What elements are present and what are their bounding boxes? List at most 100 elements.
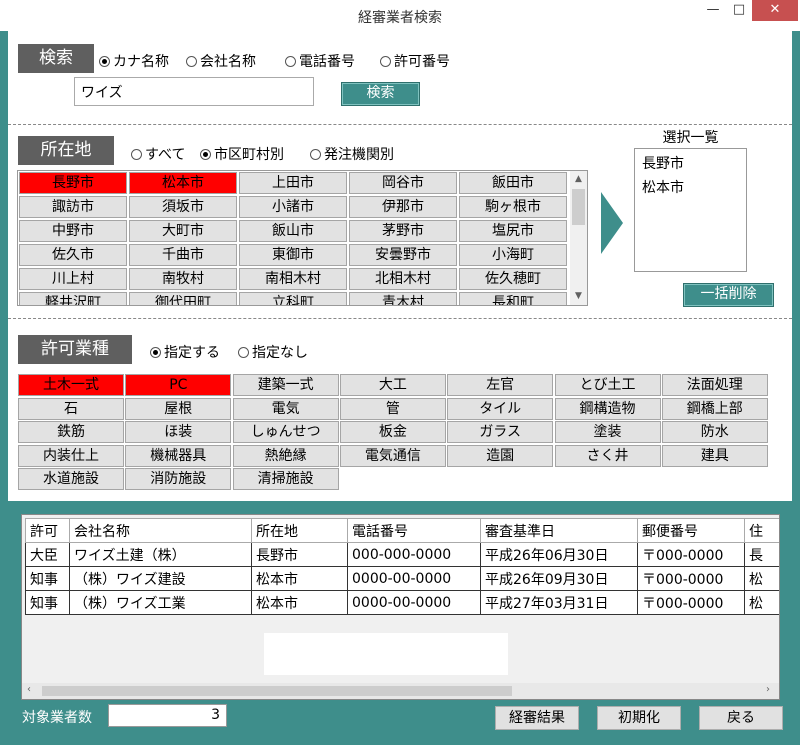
city-cell[interactable]: 軽井沢町 bbox=[19, 292, 127, 305]
column-header[interactable]: 会社名称 bbox=[69, 518, 252, 543]
license-type-radio-0[interactable]: 指定する bbox=[150, 342, 220, 362]
selection-item[interactable]: 長野市 bbox=[635, 152, 746, 176]
maximize-button[interactable]: □ bbox=[726, 0, 752, 21]
selection-item[interactable]: 松本市 bbox=[635, 176, 746, 200]
search-input[interactable] bbox=[74, 77, 314, 106]
city-cell[interactable]: 上田市 bbox=[239, 172, 347, 194]
back-button[interactable]: 戻る bbox=[699, 706, 783, 730]
license-type-cell[interactable]: 電気通信 bbox=[339, 444, 446, 467]
clear-all-button[interactable]: 一括削除 bbox=[683, 283, 774, 307]
search-type-radio-3[interactable]: 許可番号 bbox=[380, 51, 450, 71]
license-type-cell[interactable]: 土木一式 bbox=[18, 374, 124, 396]
city-grid-scrollbar[interactable]: ▲ ▼ bbox=[570, 171, 587, 305]
search-type-radio-0[interactable]: カナ名称 bbox=[99, 51, 169, 71]
license-type-cell[interactable]: 大工 bbox=[339, 374, 446, 396]
license-type-cell[interactable]: 電気 bbox=[232, 397, 339, 420]
review-result-button[interactable]: 経審結果 bbox=[495, 706, 579, 730]
license-type-cell[interactable]: ほ装 bbox=[125, 421, 232, 443]
city-cell[interactable]: 中野市 bbox=[19, 220, 127, 242]
license-type-cell[interactable]: さく井 bbox=[554, 444, 661, 467]
city-cell[interactable]: 北相木村 bbox=[349, 268, 457, 290]
scroll-down-icon[interactable]: ▼ bbox=[570, 291, 587, 301]
hscroll-thumb[interactable] bbox=[42, 686, 512, 696]
column-header[interactable]: 郵便番号 bbox=[637, 518, 745, 543]
license-type-cell[interactable]: 機械器具 bbox=[125, 444, 232, 467]
city-cell[interactable]: 御代田町 bbox=[129, 292, 237, 305]
city-cell[interactable]: 長野市 bbox=[19, 172, 127, 194]
license-type-cell[interactable]: 防水 bbox=[661, 421, 768, 443]
selection-list[interactable]: 長野市 松本市 bbox=[634, 148, 747, 272]
city-cell[interactable]: 伊那市 bbox=[349, 196, 457, 218]
add-arrow-icon[interactable] bbox=[601, 192, 623, 254]
city-cell[interactable]: 佐久市 bbox=[19, 244, 127, 266]
license-type-cell[interactable]: 造園 bbox=[447, 444, 554, 467]
city-cell[interactable]: 佐久穂町 bbox=[459, 268, 567, 290]
city-cell[interactable]: 須坂市 bbox=[129, 196, 237, 218]
license-type-cell[interactable]: 板金 bbox=[339, 421, 446, 443]
table-row[interactable]: 知事 （株）ワイズ建設 松本市 0000-00-0000 平成26年09月30日 〒000… bbox=[25, 566, 779, 591]
city-cell[interactable]: 安曇野市 bbox=[349, 244, 457, 266]
scroll-up-icon[interactable]: ▲ bbox=[570, 174, 587, 184]
scroll-right-icon[interactable]: › bbox=[766, 684, 770, 695]
license-type-cell[interactable]: 消防施設 bbox=[125, 468, 232, 490]
results-hscrollbar[interactable]: ‹ › bbox=[22, 683, 779, 699]
location-type-radio-2[interactable]: 発注機関別 bbox=[310, 144, 394, 164]
license-type-cell[interactable]: とび土工 bbox=[554, 374, 661, 396]
city-cell[interactable]: 塩尻市 bbox=[459, 220, 567, 242]
license-type-cell[interactable]: 屋根 bbox=[125, 397, 232, 420]
city-cell[interactable]: 大町市 bbox=[129, 220, 237, 242]
city-cell[interactable]: 飯田市 bbox=[459, 172, 567, 194]
city-cell[interactable]: 川上村 bbox=[19, 268, 127, 290]
license-type-cell[interactable]: 水道施設 bbox=[18, 468, 124, 490]
column-header[interactable]: 許可 bbox=[25, 518, 70, 543]
license-type-cell[interactable]: 左官 bbox=[447, 374, 554, 396]
table-row[interactable]: 知事 （株）ワイズ工業 松本市 0000-00-0000 平成27年03月31日 〒000… bbox=[25, 590, 779, 615]
license-type-cell[interactable]: 建築一式 bbox=[232, 374, 339, 396]
license-type-cell[interactable]: 鋼構造物 bbox=[554, 397, 661, 420]
license-type-cell[interactable]: 鉄筋 bbox=[18, 421, 124, 443]
column-header[interactable]: 住 bbox=[744, 518, 779, 543]
city-cell[interactable]: 駒ヶ根市 bbox=[459, 196, 567, 218]
license-type-cell[interactable]: しゅんせつ bbox=[232, 421, 339, 443]
scroll-left-icon[interactable]: ‹ bbox=[27, 684, 31, 695]
city-cell[interactable]: 茅野市 bbox=[349, 220, 457, 242]
license-type-cell[interactable]: タイル bbox=[447, 397, 554, 420]
license-type-cell[interactable]: 内装仕上 bbox=[18, 444, 124, 467]
license-type-radio-1[interactable]: 指定なし bbox=[238, 342, 308, 362]
close-button[interactable]: ✕ bbox=[752, 0, 798, 21]
license-type-cell[interactable]: 鋼橋上部 bbox=[661, 397, 768, 420]
license-type-cell[interactable]: 塗装 bbox=[554, 421, 661, 443]
scroll-thumb[interactable] bbox=[572, 189, 585, 225]
license-type-cell[interactable]: 法面処理 bbox=[661, 374, 768, 396]
license-type-cell[interactable]: 管 bbox=[339, 397, 446, 420]
license-type-cell[interactable]: 熱絶縁 bbox=[232, 444, 339, 467]
city-cell[interactable]: 岡谷市 bbox=[349, 172, 457, 194]
city-cell[interactable]: 南牧村 bbox=[129, 268, 237, 290]
location-type-radio-0[interactable]: すべて bbox=[131, 144, 185, 164]
column-header[interactable]: 所在地 bbox=[251, 518, 348, 543]
license-type-cell[interactable]: 清掃施設 bbox=[232, 468, 339, 490]
license-type-cell[interactable]: 建具 bbox=[661, 444, 768, 467]
table-row[interactable]: 大臣 ワイズ土建（株） 長野市 000-000-0000 平成26年06月30日 〒000… bbox=[25, 542, 779, 567]
city-cell[interactable]: 立科町 bbox=[239, 292, 347, 305]
city-cell[interactable]: 小諸市 bbox=[239, 196, 347, 218]
city-cell[interactable]: 松本市 bbox=[129, 172, 237, 194]
minimize-button[interactable]: — bbox=[700, 0, 726, 21]
city-cell[interactable]: 長和町 bbox=[459, 292, 567, 305]
license-type-cell[interactable]: PC bbox=[125, 374, 232, 396]
license-type-cell[interactable]: 石 bbox=[18, 397, 124, 420]
search-type-radio-2[interactable]: 電話番号 bbox=[285, 51, 355, 71]
city-cell[interactable]: 諏訪市 bbox=[19, 196, 127, 218]
city-cell[interactable]: 千曲市 bbox=[129, 244, 237, 266]
city-cell[interactable]: 飯山市 bbox=[239, 220, 347, 242]
search-button[interactable]: 検索 bbox=[341, 82, 420, 106]
city-cell[interactable]: 小海町 bbox=[459, 244, 567, 266]
column-header[interactable]: 電話番号 bbox=[347, 518, 481, 543]
license-type-cell[interactable]: ガラス bbox=[447, 421, 554, 443]
city-cell[interactable]: 青木村 bbox=[349, 292, 457, 305]
location-type-radio-1[interactable]: 市区町村別 bbox=[200, 144, 284, 164]
reset-button[interactable]: 初期化 bbox=[597, 706, 681, 730]
search-type-radio-1[interactable]: 会社名称 bbox=[186, 51, 256, 71]
city-cell[interactable]: 東御市 bbox=[239, 244, 347, 266]
city-cell[interactable]: 南相木村 bbox=[239, 268, 347, 290]
